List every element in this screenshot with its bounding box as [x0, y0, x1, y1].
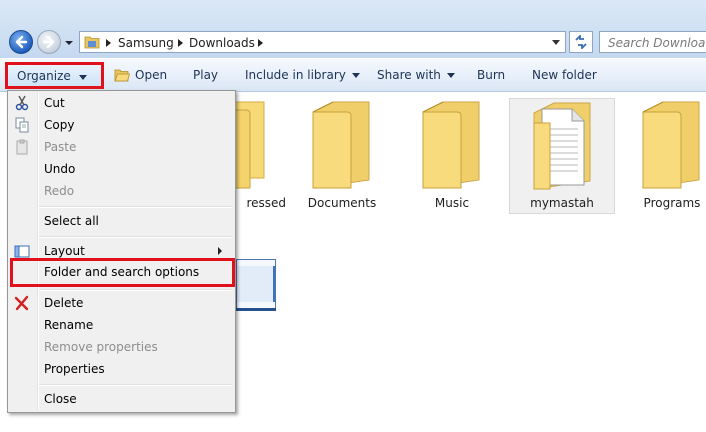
- folder-icon: [422, 101, 480, 189]
- menu-separator: [39, 236, 232, 238]
- menu-item-rename[interactable]: Rename: [8, 314, 235, 336]
- menu-item-label: Layout: [44, 244, 85, 258]
- share-with-button[interactable]: Share with: [377, 59, 455, 92]
- menu-item-delete[interactable]: Delete: [8, 292, 235, 314]
- menu-item-redo[interactable]: Redo: [8, 180, 235, 202]
- file-thumbnail[interactable]: [236, 259, 276, 309]
- folder-icon: [312, 101, 370, 189]
- menu-item-label: Copy: [44, 118, 75, 132]
- breadcrumb-separator-icon[interactable]: [178, 39, 183, 47]
- folder-item-mymastah[interactable]: mymastah: [509, 98, 615, 214]
- menu-item-label: Cut: [44, 96, 65, 110]
- address-field[interactable]: Samsung Downloads: [79, 31, 566, 53]
- open-folder-icon: [114, 69, 130, 82]
- menu-separator: [39, 206, 232, 208]
- organize-menu: Cut Copy Paste Undo Redo Select all Layo…: [7, 90, 236, 413]
- recent-pages-dropdown-icon[interactable]: [64, 38, 74, 48]
- folder-icon: [84, 36, 100, 49]
- chevron-down-icon: [446, 73, 455, 78]
- menu-item-label: Redo: [44, 184, 75, 198]
- menu-item-label: Close: [44, 392, 77, 406]
- menu-item-label: Folder and search options: [44, 265, 200, 279]
- layout-icon: [14, 245, 30, 258]
- folder-label: Programs: [643, 196, 701, 210]
- scissors-icon: [15, 95, 29, 111]
- thumbnail-edge: [236, 308, 276, 311]
- play-button[interactable]: Play: [193, 59, 218, 92]
- folder-item-music[interactable]: Music: [399, 98, 505, 214]
- menu-item-properties[interactable]: Properties: [8, 358, 235, 380]
- folder-with-document-icon: [533, 102, 591, 190]
- menu-item-folder-and-search-options[interactable]: Folder and search options: [10, 258, 235, 287]
- breadcrumb-separator-icon[interactable]: [106, 39, 111, 47]
- search-input[interactable]: Search Downloads: [599, 31, 706, 53]
- thumbnail-preview: [237, 266, 275, 302]
- menu-item-label: Rename: [44, 318, 94, 332]
- organize-button[interactable]: Organize: [5, 62, 104, 89]
- folder-item-programs[interactable]: Programs: [619, 98, 706, 214]
- menu-separator: [39, 289, 232, 291]
- search-placeholder: Search Downloads: [608, 36, 706, 50]
- menu-item-undo[interactable]: Undo: [8, 158, 235, 180]
- chevron-down-icon: [79, 75, 87, 80]
- burn-button[interactable]: Burn: [477, 59, 505, 92]
- breadcrumb-separator-icon[interactable]: [258, 39, 263, 47]
- menu-item-label: Remove properties: [44, 340, 158, 354]
- breadcrumb-samsung[interactable]: Samsung: [118, 36, 174, 50]
- back-button[interactable]: [9, 30, 33, 54]
- address-bar-area: Samsung Downloads Search Downloads: [0, 0, 706, 58]
- address-dropdown-icon[interactable]: [552, 40, 560, 45]
- refresh-icon: [575, 35, 587, 49]
- play-label: Play: [193, 68, 219, 82]
- menu-item-label: Paste: [44, 140, 77, 154]
- menu-item-cut[interactable]: Cut: [8, 92, 235, 114]
- share-with-label: Share with: [377, 68, 441, 82]
- new-folder-button[interactable]: New folder: [532, 59, 597, 92]
- menu-item-remove-properties[interactable]: Remove properties: [8, 336, 235, 358]
- chevron-right-icon: [218, 247, 222, 255]
- folder-icon: [642, 101, 700, 189]
- command-bar: Organize Open Play Include in library Sh…: [0, 58, 706, 92]
- copy-icon: [15, 117, 29, 133]
- menu-item-paste[interactable]: Paste: [8, 136, 235, 158]
- menu-item-label: Properties: [44, 362, 105, 376]
- menu-item-close[interactable]: Close: [8, 388, 235, 410]
- back-arrow-icon: [15, 35, 28, 49]
- refresh-button[interactable]: [569, 31, 593, 53]
- menu-item-label: Select all: [44, 214, 99, 228]
- organize-label: Organize: [17, 69, 71, 83]
- menu-item-label: Undo: [44, 162, 76, 176]
- forward-button[interactable]: [37, 30, 61, 54]
- delete-x-icon: [14, 295, 29, 311]
- burn-label: Burn: [477, 68, 506, 82]
- include-in-library-button[interactable]: Include in library: [245, 59, 360, 92]
- folder-label: Music: [434, 196, 470, 210]
- include-in-library-label: Include in library: [245, 68, 346, 82]
- folder-item-documents[interactable]: Documents: [289, 98, 395, 214]
- menu-item-select-all[interactable]: Select all: [8, 210, 235, 232]
- menu-item-label: Delete: [44, 296, 84, 310]
- chevron-down-icon: [351, 73, 360, 78]
- menu-item-copy[interactable]: Copy: [8, 114, 235, 136]
- forward-arrow-icon: [42, 35, 55, 49]
- new-folder-label: New folder: [532, 68, 597, 82]
- menu-separator: [39, 384, 232, 386]
- paste-icon: [16, 139, 28, 155]
- open-label: Open: [135, 68, 168, 82]
- open-button[interactable]: Open: [114, 59, 167, 92]
- breadcrumb-downloads[interactable]: Downloads: [189, 36, 255, 50]
- folder-label: Documents: [307, 196, 377, 210]
- folder-label: mymastah: [530, 196, 594, 210]
